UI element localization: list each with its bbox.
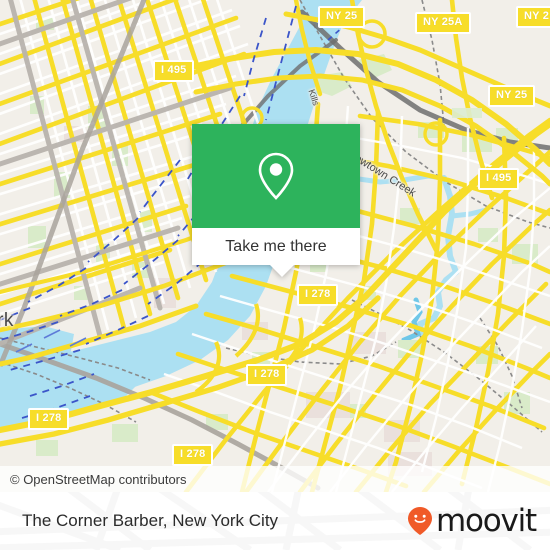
osm-attribution-text[interactable]: © OpenStreetMap contributors xyxy=(0,472,187,487)
highway-shield-i-278-lower[interactable]: I 278 xyxy=(246,364,288,386)
footer-bar: The Corner Barber, New York City moovit xyxy=(0,492,550,550)
map-canvas[interactable]: ork Newtown Creek Kills NY 25 NY 25A NY … xyxy=(0,0,550,492)
highway-shield-ny-25a[interactable]: NY 25A xyxy=(415,12,471,34)
highway-shield-i-278-west[interactable]: I 278 xyxy=(28,408,70,430)
highway-shield-ny-25-east[interactable]: NY 25 xyxy=(488,85,536,107)
moovit-wordmark: moovit xyxy=(435,502,537,539)
highway-shield-i-495-west[interactable]: I 495 xyxy=(153,60,195,82)
highway-shield-ny-25-north[interactable]: NY 25 xyxy=(318,6,366,28)
map-screenshot-root: ork Newtown Creek Kills NY 25 NY 25A NY … xyxy=(0,0,550,550)
moovit-smiley-pin-icon xyxy=(407,507,432,535)
moovit-logo[interactable]: moovit xyxy=(406,502,537,539)
map-attribution-bar: © OpenStreetMap contributors xyxy=(0,466,550,492)
location-pin-icon xyxy=(258,152,294,200)
highway-shield-ny-2-topright[interactable]: NY 2 xyxy=(516,6,550,28)
place-title: The Corner Barber, New York City xyxy=(22,511,279,530)
callout-pin-panel xyxy=(192,124,360,228)
take-me-there-label: Take me there xyxy=(225,237,327,255)
highway-shield-i-278-south[interactable]: I 278 xyxy=(172,444,214,466)
callout-action-bar[interactable]: Take me there xyxy=(192,228,360,265)
highway-shield-i-278-mid[interactable]: I 278 xyxy=(297,284,339,306)
callout-tail xyxy=(270,265,294,277)
highway-shield-i-495-east[interactable]: I 495 xyxy=(478,168,520,190)
location-callout-card[interactable]: Take me there xyxy=(192,124,360,277)
map-label-new-york: ork xyxy=(0,310,14,331)
